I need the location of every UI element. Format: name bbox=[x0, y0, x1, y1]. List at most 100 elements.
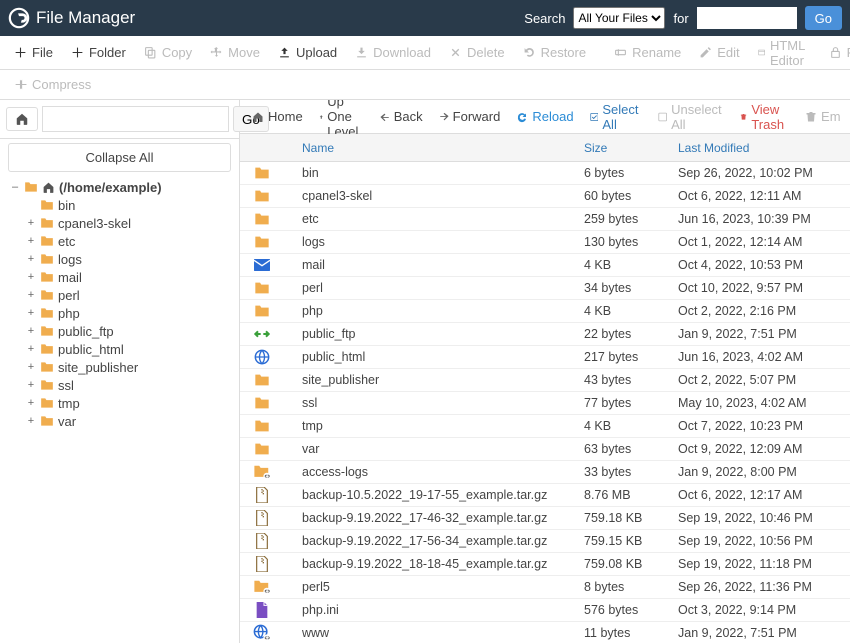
tree-item-logs[interactable]: + logs bbox=[4, 250, 235, 268]
expand-icon[interactable]: + bbox=[26, 361, 36, 373]
tree-item-site_publisher[interactable]: +site_publisher bbox=[4, 358, 235, 376]
tree-root[interactable]: –(/home/example) bbox=[4, 178, 235, 196]
file-size: 759.08 KB bbox=[584, 557, 678, 571]
folder-icon bbox=[40, 397, 54, 409]
table-row[interactable]: www 11 bytes Jan 9, 2022, 7:51 PM bbox=[240, 622, 850, 643]
tree-item-public_ftp[interactable]: +public_ftp bbox=[4, 322, 235, 340]
table-row[interactable]: backup-9.19.2022_18-18-45_example.tar.gz… bbox=[240, 553, 850, 576]
table-row[interactable]: perl5 8 bytes Sep 26, 2022, 11:36 PM bbox=[240, 576, 850, 599]
tree-item-perl[interactable]: +perl bbox=[4, 286, 235, 304]
tree-item-tmp[interactable]: + tmp bbox=[4, 394, 235, 412]
expand-icon[interactable]: + bbox=[26, 343, 36, 355]
table-row[interactable]: mail 4 KB Oct 4, 2022, 10:53 PM bbox=[240, 254, 850, 277]
file-name: logs bbox=[284, 235, 584, 249]
pane-home-button[interactable]: Home bbox=[244, 105, 311, 128]
file-modified: Jan 9, 2022, 7:51 PM bbox=[678, 626, 850, 640]
table-row[interactable]: tmp 4 KB Oct 7, 2022, 10:23 PM bbox=[240, 415, 850, 438]
tree-item-label: logs bbox=[58, 252, 82, 267]
file-name: cpanel3-skel bbox=[284, 189, 584, 203]
checkbox-checked-icon bbox=[590, 111, 599, 123]
toolbar-folder-button[interactable]: Folder bbox=[63, 41, 134, 64]
expand-icon[interactable]: + bbox=[26, 379, 36, 391]
tree-item-bin[interactable]: bin bbox=[4, 196, 235, 214]
table-row[interactable]: backup-9.19.2022_17-56-34_example.tar.gz… bbox=[240, 530, 850, 553]
toolbar-label: Folder bbox=[89, 45, 126, 60]
file-modified: Oct 6, 2022, 12:17 AM bbox=[678, 488, 850, 502]
file-modified: Sep 26, 2022, 11:36 PM bbox=[678, 580, 850, 594]
expand-icon[interactable]: + bbox=[26, 289, 36, 301]
expand-icon[interactable]: + bbox=[26, 271, 36, 283]
table-row[interactable]: site_publisher 43 bytes Oct 2, 2022, 5:0… bbox=[240, 369, 850, 392]
tree-item-public_html[interactable]: +public_html bbox=[4, 340, 235, 358]
tree-item-label: mail bbox=[58, 270, 82, 285]
table-row[interactable]: logs 130 bytes Oct 1, 2022, 12:14 AM bbox=[240, 231, 850, 254]
file-size: 217 bytes bbox=[584, 350, 678, 364]
trash-icon bbox=[740, 111, 747, 123]
table-row[interactable]: public_ftp 22 bytes Jan 9, 2022, 7:51 PM bbox=[240, 323, 850, 346]
file-size: 22 bytes bbox=[584, 327, 678, 341]
table-row[interactable]: bin 6 bytes Sep 26, 2022, 10:02 PM bbox=[240, 162, 850, 185]
expand-icon[interactable]: + bbox=[26, 397, 36, 409]
folder-link-icon bbox=[240, 464, 284, 480]
pane-reload-button[interactable]: Reload bbox=[508, 105, 581, 128]
table-row[interactable]: cpanel3-skel 60 bytes Oct 6, 2022, 12:11… bbox=[240, 185, 850, 208]
pane-view-trash-button[interactable]: View Trash bbox=[732, 100, 797, 136]
expand-icon[interactable]: + bbox=[26, 217, 36, 229]
app-title: File Manager bbox=[8, 7, 135, 29]
table-row[interactable]: php 4 KB Oct 2, 2022, 2:16 PM bbox=[240, 300, 850, 323]
tree-item-ssl[interactable]: +ssl bbox=[4, 376, 235, 394]
collapse-all-button[interactable]: Collapse All bbox=[8, 143, 231, 172]
tree-item-etc[interactable]: +etc bbox=[4, 232, 235, 250]
search-go-button[interactable]: Go bbox=[805, 6, 842, 30]
folder-icon bbox=[240, 373, 284, 387]
folder-icon bbox=[40, 235, 54, 247]
compress-icon bbox=[14, 78, 27, 91]
tree-item-var[interactable]: +var bbox=[4, 412, 235, 430]
file-name: public_html bbox=[284, 350, 584, 364]
toolbar-rename-button: Rename bbox=[606, 41, 689, 64]
expand-icon[interactable]: + bbox=[26, 235, 36, 247]
table-row[interactable]: access-logs 33 bytes Jan 9, 2022, 8:00 P… bbox=[240, 461, 850, 484]
pane-select-all-button[interactable]: Select All bbox=[582, 100, 650, 136]
expand-icon[interactable]: + bbox=[26, 325, 36, 337]
home-icon bbox=[42, 181, 55, 194]
tree-item-mail[interactable]: + mail bbox=[4, 268, 235, 286]
pane-unselect-all-button[interactable]: Unselect All bbox=[650, 100, 733, 136]
sidebar-home-button[interactable] bbox=[6, 107, 38, 131]
tree-item-php[interactable]: +php bbox=[4, 304, 235, 322]
table-row[interactable]: backup-9.19.2022_17-46-32_example.tar.gz… bbox=[240, 507, 850, 530]
column-modified[interactable]: Last Modified bbox=[678, 141, 850, 155]
table-row[interactable]: ssl 77 bytes May 10, 2023, 4:02 AM bbox=[240, 392, 850, 415]
table-row[interactable]: var 63 bytes Oct 9, 2022, 12:09 AM bbox=[240, 438, 850, 461]
toolbar-download-button: Download bbox=[347, 41, 439, 64]
toolbar-label: Edit bbox=[717, 45, 739, 60]
file-list: bin 6 bytes Sep 26, 2022, 10:02 PM cpane… bbox=[240, 162, 850, 643]
table-row[interactable]: php.ini 576 bytes Oct 3, 2022, 9:14 PM bbox=[240, 599, 850, 622]
path-input[interactable] bbox=[42, 106, 229, 132]
folder-icon bbox=[40, 325, 54, 337]
expand-icon[interactable]: + bbox=[26, 307, 36, 319]
tree-item-cpanel3-skel[interactable]: +cpanel3-skel bbox=[4, 214, 235, 232]
search-input[interactable] bbox=[697, 7, 797, 29]
expand-icon[interactable]: + bbox=[26, 415, 36, 427]
table-row[interactable]: perl 34 bytes Oct 10, 2022, 9:57 PM bbox=[240, 277, 850, 300]
table-row[interactable]: backup-10.5.2022_19-17-55_example.tar.gz… bbox=[240, 484, 850, 507]
pane-forward-button[interactable]: Forward bbox=[431, 105, 509, 128]
column-name[interactable]: Name bbox=[284, 141, 584, 155]
toolbar-upload-button[interactable]: Upload bbox=[270, 41, 345, 64]
toolbar-file-button[interactable]: File bbox=[6, 41, 61, 64]
archive-icon bbox=[240, 556, 284, 572]
pane-back-button[interactable]: Back bbox=[372, 105, 431, 128]
tree-item-label: tmp bbox=[58, 396, 80, 411]
file-modified: Oct 4, 2022, 10:53 PM bbox=[678, 258, 850, 272]
column-size[interactable]: Size bbox=[584, 141, 678, 155]
expand-icon[interactable]: + bbox=[26, 253, 36, 265]
table-row[interactable]: public_html 217 bytes Jun 16, 2023, 4:02… bbox=[240, 346, 850, 369]
file-size: 759.15 KB bbox=[584, 534, 678, 548]
search-scope-select[interactable]: All Your Files bbox=[573, 7, 665, 29]
plus-icon bbox=[71, 46, 84, 59]
table-row[interactable]: etc 259 bytes Jun 16, 2023, 10:39 PM bbox=[240, 208, 850, 231]
file-size: 77 bytes bbox=[584, 396, 678, 410]
folder-icon bbox=[240, 189, 284, 203]
pane-empty-button[interactable]: Em bbox=[797, 105, 849, 128]
